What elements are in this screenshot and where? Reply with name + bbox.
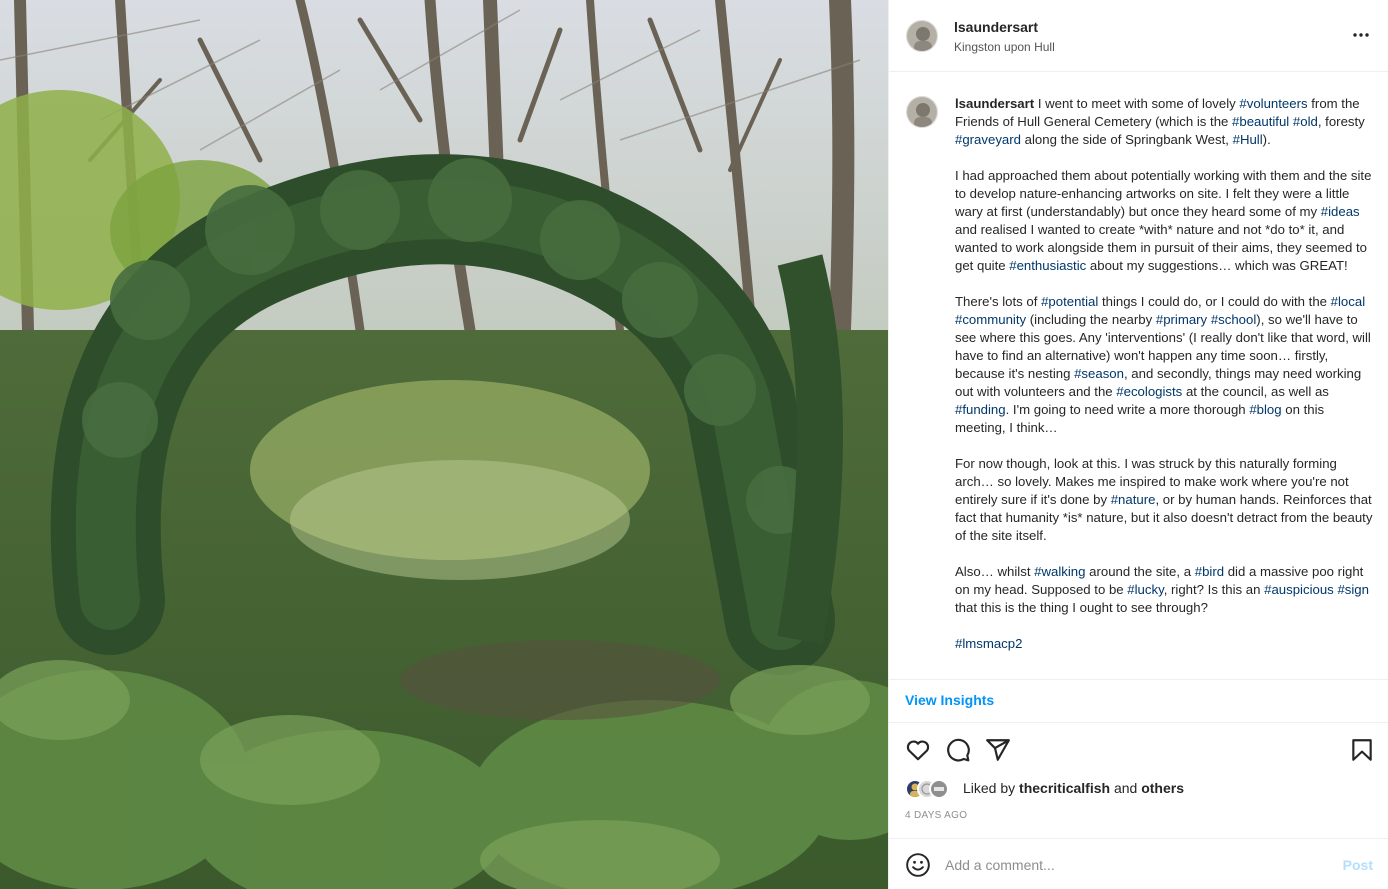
- caption-span: about my suggestions… which was GREAT!: [1086, 258, 1348, 273]
- hashtag-link[interactable]: #Hull: [1233, 132, 1263, 147]
- caption-span: along the side of Springbank West,: [1020, 132, 1233, 147]
- save-button[interactable]: [1349, 737, 1375, 763]
- caption-span: around the site, a: [1085, 564, 1195, 579]
- post-side-panel: lsaundersart Kingston upon Hull lsaunder…: [888, 0, 1388, 889]
- caption-span: (including the nearby: [1026, 312, 1156, 327]
- hashtag-link[interactable]: #volunteers: [1239, 96, 1307, 111]
- hashtag-link[interactable]: #beautiful: [1232, 114, 1289, 129]
- hashtag-link[interactable]: #ideas: [1321, 204, 1360, 219]
- post-comment-button[interactable]: Post: [1343, 857, 1373, 873]
- hashtag-link[interactable]: #walking: [1034, 564, 1085, 579]
- hashtag-link[interactable]: #bird: [1195, 564, 1224, 579]
- caption-span: There's lots of: [955, 294, 1042, 309]
- hashtag-link[interactable]: #old: [1293, 114, 1318, 129]
- hashtag-link[interactable]: #nature: [1111, 492, 1156, 507]
- liker-avatar[interactable]: [929, 779, 949, 799]
- avatar[interactable]: [906, 20, 938, 52]
- hashtag-link[interactable]: #ecologists: [1116, 384, 1182, 399]
- liker-username-link[interactable]: thecriticalfish: [1019, 780, 1110, 796]
- post-header: lsaundersart Kingston upon Hull: [889, 0, 1388, 72]
- hashtag-link[interactable]: #potential: [1041, 294, 1098, 309]
- profile-picture-icon: [907, 21, 937, 51]
- hashtag-link[interactable]: #enthusiastic: [1009, 258, 1086, 273]
- comment-input[interactable]: [945, 854, 1325, 876]
- hashtag-link[interactable]: #auspicious: [1264, 582, 1334, 597]
- action-bar: [889, 722, 1388, 776]
- hashtag-link[interactable]: #school: [1211, 312, 1256, 327]
- like-button[interactable]: [905, 737, 931, 763]
- paper-plane-icon: [986, 739, 1010, 761]
- comment-bar: Post: [889, 838, 1388, 889]
- avatar[interactable]: [906, 96, 938, 128]
- caption-span: that this is the thing I ought to see th…: [955, 600, 1208, 615]
- more-horizontal-icon: [1353, 33, 1369, 37]
- hashtag-link[interactable]: #primary: [1156, 312, 1207, 327]
- hashtag-link[interactable]: #local: [1331, 294, 1365, 309]
- comment-button[interactable]: [945, 737, 971, 763]
- profile-picture-icon: [907, 97, 937, 127]
- caption-span: I had approached them about potentially …: [955, 168, 1372, 219]
- bookmark-icon: [1352, 739, 1372, 761]
- caption-span: , foresty: [1317, 114, 1365, 129]
- caption-span: things I could do, or I could do with th…: [1098, 294, 1331, 309]
- caption-span: I went to meet with some of lovely: [1034, 96, 1240, 111]
- caption-span: ).: [1262, 132, 1271, 147]
- view-insights-link[interactable]: View Insights: [905, 692, 994, 708]
- caption-username[interactable]: lsaundersart: [955, 96, 1034, 111]
- profile-picture-icon: [934, 787, 944, 791]
- likes-row: Liked by thecriticalfish and others: [905, 778, 1375, 800]
- forest-ivy-arch-photo: [0, 0, 888, 889]
- hashtag-link[interactable]: #lucky: [1127, 582, 1163, 597]
- hashtag-link[interactable]: #sign: [1337, 582, 1369, 597]
- heart-icon: [906, 740, 930, 761]
- caption-text: lsaundersart I went to meet with some of…: [955, 95, 1377, 671]
- header-username[interactable]: lsaundersart: [954, 19, 1038, 35]
- more-options-button[interactable]: [1349, 25, 1373, 45]
- header-location[interactable]: Kingston upon Hull: [954, 40, 1055, 54]
- hashtag-link[interactable]: #blog: [1249, 402, 1281, 417]
- smiley-icon: [906, 853, 930, 877]
- likes-others-link[interactable]: others: [1141, 780, 1184, 796]
- liked-by-text: Liked by thecriticalfish and others: [963, 780, 1184, 796]
- caption-paragraph: Also… whilst #walking around the site, a…: [955, 563, 1377, 617]
- caption-paragraph: #lmsmacp2: [955, 635, 1377, 653]
- comment-bubble-icon: [947, 738, 970, 762]
- share-button[interactable]: [985, 737, 1011, 763]
- caption-paragraph: lsaundersart I went to meet with some of…: [955, 95, 1377, 149]
- emoji-button[interactable]: [905, 852, 931, 878]
- hashtag-link[interactable]: #funding: [955, 402, 1006, 417]
- caption-paragraph: There's lots of #potential things I coul…: [955, 293, 1377, 437]
- caption-paragraph: For now though, look at this. I was stru…: [955, 455, 1377, 545]
- caption-span: . I'm going to need write a more thoroug…: [1005, 402, 1250, 417]
- liked-by-middle: and: [1110, 780, 1142, 796]
- caption-span: Also… whilst: [955, 564, 1035, 579]
- post-photo[interactable]: [0, 0, 888, 889]
- caption-area[interactable]: lsaundersart I went to meet with some of…: [889, 72, 1388, 680]
- hashtag-link[interactable]: #lmsmacp2: [955, 636, 1022, 651]
- caption-paragraph: I had approached them about potentially …: [955, 167, 1377, 275]
- caption-span: , right? Is this an: [1163, 582, 1265, 597]
- post-timestamp[interactable]: 4 DAYS AGO: [905, 810, 967, 821]
- caption-span: at the council, as well as: [1182, 384, 1329, 399]
- liked-by-prefix: Liked by: [963, 780, 1020, 796]
- hashtag-link[interactable]: #community: [955, 312, 1026, 327]
- hashtag-link[interactable]: #season: [1074, 366, 1124, 381]
- hashtag-link[interactable]: #graveyard: [955, 132, 1021, 147]
